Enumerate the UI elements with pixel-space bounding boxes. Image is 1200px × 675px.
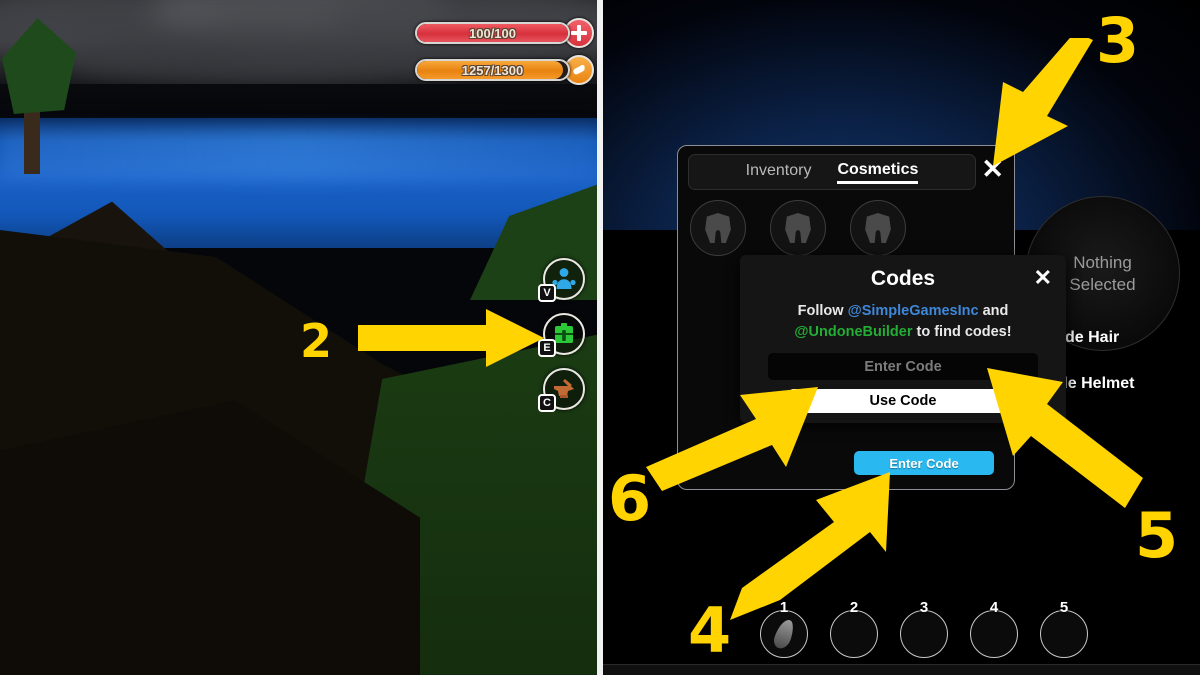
helmet-icon: [705, 213, 731, 243]
annotation-step-2-arrow: [358, 309, 544, 367]
cosmetic-slot-row: [690, 200, 906, 256]
plus-icon: [571, 25, 587, 41]
stamina-bar: 1257/1300: [415, 59, 570, 81]
stamina-bar-row: 1257/1300: [415, 55, 594, 85]
tree-foliage: [2, 18, 76, 114]
hotbar-slot-number: 4: [989, 599, 999, 616]
health-bar-label: 100/100: [469, 25, 516, 41]
hotbar-slot-number: 5: [1059, 599, 1069, 616]
character-side-button[interactable]: V: [538, 258, 585, 302]
game-viewport-left: 100/100 1257/1300 V E C 2: [0, 0, 597, 675]
keybind-badge-v: V: [538, 284, 556, 302]
hotbar-slot-number: 3: [919, 599, 929, 616]
preview-line-1: Nothing: [1073, 253, 1132, 273]
follow-middle: and: [978, 303, 1009, 319]
food-icon: [573, 64, 585, 75]
annotation-step-5-arrow: [987, 368, 1143, 508]
follow-prefix: Follow: [797, 303, 848, 319]
annotation-step-2-number: 2: [300, 314, 333, 368]
cosmetic-slot[interactable]: [850, 200, 906, 256]
cosmetic-slot[interactable]: [690, 200, 746, 256]
handle-simplegamesinc: @SimpleGamesInc: [847, 303, 979, 319]
screenshot-root: 100/100 1257/1300 V E C 2 Inventory Cosm…: [0, 0, 1200, 675]
health-bar: 100/100: [415, 22, 570, 44]
helmet-icon: [785, 213, 811, 243]
tab-inventory[interactable]: Inventory: [746, 162, 812, 182]
hotbar-slot[interactable]: 5: [1040, 599, 1088, 658]
follow-suffix: to find codes!: [912, 324, 1012, 341]
hotbar-slot[interactable]: 4: [970, 599, 1018, 658]
stamina-bar-label: 1257/1300: [461, 62, 524, 78]
annotation-step-4-arrow: [730, 472, 890, 620]
close-codes-button[interactable]: ✕: [1034, 267, 1052, 289]
cosmetic-slot[interactable]: [770, 200, 826, 256]
annotation-step-3-arrow: [993, 38, 1093, 166]
annotation-step-6-arrow: [646, 387, 818, 491]
helmet-icon: [865, 213, 891, 243]
crafting-side-button[interactable]: C: [538, 368, 585, 412]
preview-line-2: Selected: [1069, 274, 1136, 294]
inventory-side-button[interactable]: E: [538, 313, 585, 357]
keybind-badge-c: C: [538, 394, 556, 412]
use-code-button[interactable]: Use Code: [790, 389, 1016, 413]
health-bar-row: 100/100: [415, 18, 594, 48]
codes-dialog-title: Codes: [870, 267, 936, 290]
hotbar-slot[interactable]: 3: [900, 599, 948, 658]
tree-trunk: [24, 112, 40, 174]
handle-undonebuilder: @UndoneBuilder: [794, 324, 913, 341]
annotation-step-3-number: 3: [1096, 4, 1140, 77]
codes-follow-text: Follow @SimpleGamesInc and @UndoneBuilde…: [740, 301, 1066, 343]
